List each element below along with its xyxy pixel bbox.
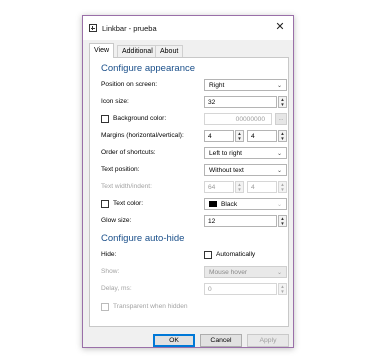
text-position-select[interactable]: Without text ⌄ (204, 164, 287, 176)
tab-strip: View Additional About (89, 43, 289, 58)
text-position-label: Text position: (101, 166, 140, 173)
text-color-value: Black (221, 201, 238, 208)
chevron-down-icon: ⌄ (276, 168, 282, 174)
position-value: Right (209, 82, 225, 89)
chevron-down-icon: ⌄ (276, 151, 282, 157)
spin-down-icon: ▼ (280, 102, 285, 107)
chevron-down-icon: ⌄ (276, 202, 282, 208)
spin-down-icon: ▼ (280, 289, 285, 294)
cancel-button[interactable]: Cancel (200, 334, 242, 347)
background-color-input[interactable]: 00000000 (204, 113, 272, 125)
transparent-label: Transparent when hidden (113, 303, 188, 310)
title-bar[interactable]: Linkbar - prueba ✕ (83, 16, 293, 40)
show-label: Show: (101, 268, 120, 275)
background-color-label: Background color: (113, 115, 167, 122)
order-select[interactable]: Left to right ⌄ (204, 147, 287, 159)
margin-vertical-input[interactable]: 4 (247, 130, 277, 142)
text-indent-input[interactable]: 4 (247, 181, 277, 193)
tab-view[interactable]: View (89, 43, 115, 58)
tab-about[interactable]: About (155, 45, 184, 57)
settings-dialog: Linkbar - prueba ✕ View Additional About… (82, 15, 294, 348)
delay-label: Delay, ms: (101, 285, 132, 292)
spin-down-icon: ▼ (280, 221, 285, 226)
text-width-stepper[interactable]: ▲ ▼ (235, 181, 244, 193)
show-value: Mouse hover (209, 269, 248, 276)
appearance-heading: Configure appearance (101, 63, 196, 74)
glow-size-stepper[interactable]: ▲ ▼ (278, 215, 287, 227)
tab-additional[interactable]: Additional (117, 45, 158, 57)
delay-input[interactable]: 0 (204, 283, 277, 295)
text-color-select[interactable]: Black ⌄ (204, 198, 287, 210)
app-icon (89, 24, 97, 32)
icon-size-label: Icon size: (101, 98, 129, 105)
color-swatch (209, 201, 217, 207)
auto-hide-checkbox-label: Automatically (216, 251, 256, 258)
margins-label: Margins (horizontal/vertical): (101, 132, 184, 139)
margin-vertical-stepper[interactable]: ▲ ▼ (278, 130, 287, 142)
spin-down-icon: ▼ (280, 187, 285, 192)
show-select[interactable]: Mouse hover ⌄ (204, 266, 287, 278)
spin-down-icon: ▼ (280, 136, 285, 141)
text-width-label: Text width/indent: (101, 183, 152, 190)
order-value: Left to right (209, 150, 242, 157)
text-color-label: Text color: (113, 200, 144, 207)
hide-label: Hide: (101, 251, 117, 258)
autohide-heading: Configure auto-hide (101, 233, 185, 244)
ok-button[interactable]: OK (153, 334, 195, 347)
apply-button[interactable]: Apply (247, 334, 289, 347)
text-width-input[interactable]: 64 (204, 181, 234, 193)
text-position-value: Without text (209, 167, 244, 174)
glow-size-label: Glow size: (101, 217, 132, 224)
icon-size-stepper[interactable]: ▲ ▼ (278, 96, 287, 108)
margin-horizontal-stepper[interactable]: ▲ ▼ (235, 130, 244, 142)
view-panel: Configure appearance Position on screen:… (89, 57, 289, 327)
delay-stepper[interactable]: ▲ ▼ (278, 283, 287, 295)
background-color-checkbox[interactable] (101, 115, 109, 123)
chevron-down-icon: ⌄ (276, 270, 282, 276)
chevron-down-icon: ⌄ (276, 83, 282, 89)
position-select[interactable]: Right ⌄ (204, 79, 287, 91)
glow-size-input[interactable]: 12 (204, 215, 277, 227)
spin-down-icon: ▼ (237, 136, 242, 141)
close-icon[interactable]: ✕ (274, 21, 286, 33)
spin-down-icon: ▼ (237, 187, 242, 192)
color-picker-button[interactable]: ... (275, 113, 287, 125)
text-indent-stepper[interactable]: ▲ ▼ (278, 181, 287, 193)
transparent-checkbox[interactable] (101, 303, 109, 311)
window-title: Linkbar - prueba (102, 24, 157, 33)
margin-horizontal-input[interactable]: 4 (204, 130, 234, 142)
position-label: Position on screen: (101, 81, 158, 88)
icon-size-input[interactable]: 32 (204, 96, 277, 108)
order-label: Order of shortcuts: (101, 149, 156, 156)
auto-hide-checkbox[interactable] (204, 251, 212, 259)
text-color-checkbox[interactable] (101, 200, 109, 208)
